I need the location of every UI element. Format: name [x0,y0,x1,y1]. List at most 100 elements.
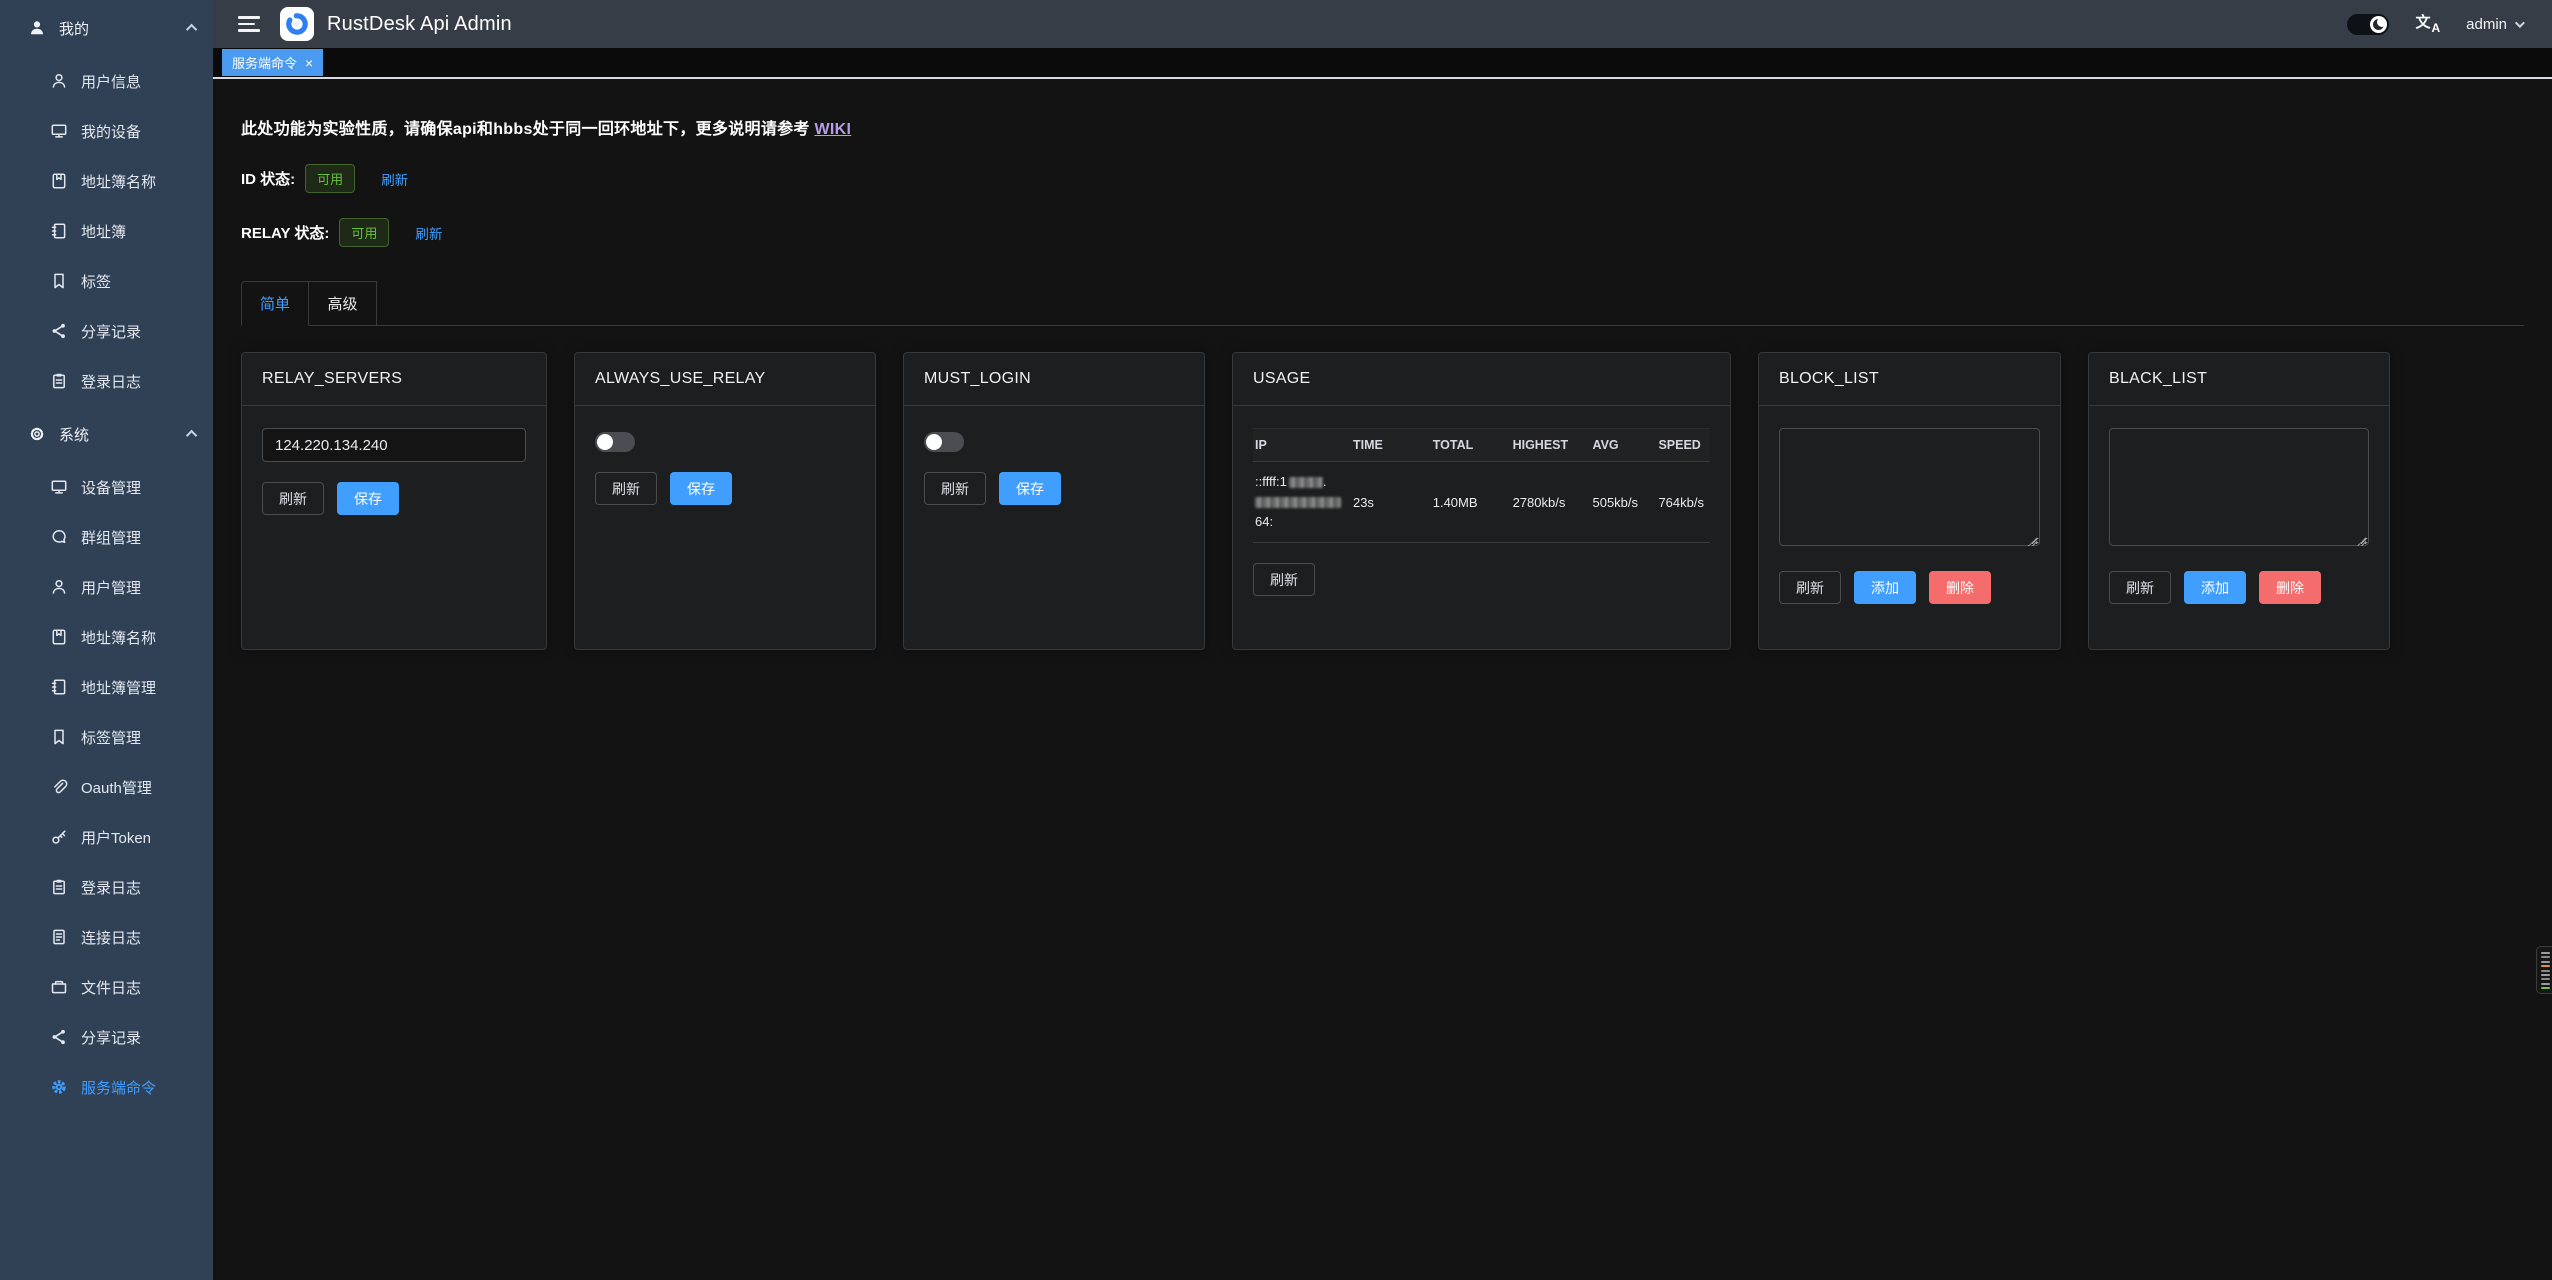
monitor-icon [50,122,68,140]
sidebar-item-登录日志[interactable]: 登录日志 [0,862,213,912]
sidebar-item-标签[interactable]: 标签 [0,256,213,306]
card-block-list: BLOCK_LIST 刷新 添加 删除 [1758,352,2061,650]
username: admin [2466,16,2507,33]
sidebar-item-设备管理[interactable]: 设备管理 [0,462,213,512]
sidebar-item-用户信息[interactable]: 用户信息 [0,56,213,106]
block-list-delete-button[interactable]: 删除 [1929,571,1991,604]
usage-avg-cell: 505kb/s [1590,462,1656,543]
usage-ip-cell: ::ffff:1. 64: [1253,462,1351,543]
sidebar-item-地址簿[interactable]: 地址簿 [0,206,213,256]
settings-cards: RELAY_SERVERS 刷新 保存 ALWAYS_USE_RELAY 刷新 [241,352,2524,650]
sidebar-item-服务端命令[interactable]: 服务端命令 [0,1062,213,1112]
usage-refresh-button[interactable]: 刷新 [1253,563,1315,596]
sidebar-item-地址簿名称[interactable]: 地址簿名称 [0,156,213,206]
redacted-ip-segment [1289,477,1323,488]
notebook-icon [50,222,68,240]
card-usage: USAGE IP TIME TOTAL HIGHEST AVG SPEED [1232,352,1731,650]
sidebar: 我的 用户信息 我的设备 地址簿名称 地址簿 标签 分享记录 登录日志 [0,0,213,1280]
sidebar-section-system[interactable]: 系统 [0,406,213,462]
card-always-use-relay: ALWAYS_USE_RELAY 刷新 保存 [574,352,876,650]
black-list-delete-button[interactable]: 删除 [2259,571,2321,604]
sidebar-item-用户Token[interactable]: 用户Token [0,812,213,862]
clipboard-icon [50,878,68,896]
redacted-ip-segment [1255,497,1341,508]
sidebar-item-标签管理[interactable]: 标签管理 [0,712,213,762]
must-login-save-button[interactable]: 保存 [999,472,1061,505]
clipboard-icon [50,372,68,390]
card-title: RELAY_SERVERS [242,353,546,406]
document-icon [50,928,68,946]
dark-mode-toggle[interactable] [2347,14,2389,35]
sidebar-item-连接日志[interactable]: 连接日志 [0,912,213,962]
experimental-notice: 此处功能为实验性质，请确保api和hbbs处于同一回环地址下，更多说明请参考 W… [241,115,2524,139]
translate-icon[interactable]: 文A [2415,15,2440,34]
navbar-actions: 文A admin [2347,14,2552,35]
wiki-link[interactable]: WIKI [814,121,851,138]
sidebar-item-用户管理[interactable]: 用户管理 [0,562,213,612]
address-book-icon [50,172,68,190]
card-relay-servers: RELAY_SERVERS 刷新 保存 [241,352,547,650]
share-icon [50,1028,68,1046]
tab-simple[interactable]: 简单 [241,281,309,326]
card-title: BLACK_LIST [2089,353,2389,406]
notebook-icon [50,678,68,696]
block-list-textarea[interactable] [1779,428,2040,546]
usage-speed-cell: 764kb/s [1656,462,1710,543]
card-title: USAGE [1233,353,1730,406]
black-list-add-button[interactable]: 添加 [2184,571,2246,604]
user-icon [50,578,68,596]
always-use-relay-switch[interactable] [595,432,635,452]
card-black-list: BLACK_LIST 刷新 添加 删除 [2088,352,2390,650]
user-icon [50,72,68,90]
col-time: TIME [1351,429,1431,462]
always-use-relay-save-button[interactable]: 保存 [670,472,732,505]
relay-status-badge: 可用 [339,218,389,247]
user-menu[interactable]: admin [2466,16,2522,33]
sidebar-item-登录日志[interactable]: 登录日志 [0,356,213,406]
sidebar-item-地址簿名称[interactable]: 地址簿名称 [0,612,213,662]
card-title: BLOCK_LIST [1759,353,2060,406]
sidebar-item-分享记录[interactable]: 分享记录 [0,306,213,356]
monitor-icon [50,478,68,496]
user-filled-icon [28,19,46,37]
paperclip-icon [50,778,68,796]
id-status-badge: 可用 [305,164,355,193]
gear-icon [28,425,46,443]
col-highest: HIGHEST [1511,429,1591,462]
must-login-switch[interactable] [924,432,964,452]
relay-refresh-button[interactable]: 刷新 [262,482,324,515]
tab-advanced[interactable]: 高级 [309,281,377,325]
sidebar-nav: 我的 用户信息 我的设备 地址簿名称 地址簿 标签 分享记录 登录日志 [0,0,213,1112]
block-list-add-button[interactable]: 添加 [1854,571,1916,604]
usage-total-cell: 1.40MB [1431,462,1511,543]
bookmark-icon [50,728,68,746]
sidebar-section-mine[interactable]: 我的 [0,0,213,56]
app-title: RustDesk Api Admin [327,13,512,36]
app-window: 我的 用户信息 我的设备 地址簿名称 地址簿 标签 分享记录 登录日志 [0,0,2552,1280]
card-title: MUST_LOGIN [904,353,1204,406]
main-content: 此处功能为实验性质，请确保api和hbbs处于同一回环地址下，更多说明请参考 W… [213,81,2552,1280]
sidebar-item-文件日志[interactable]: 文件日志 [0,962,213,1012]
tab-server-command[interactable]: 服务端命令 × [222,49,323,76]
id-status-row: ID 状态: 可用 刷新 [241,164,2524,193]
close-icon[interactable]: × [305,56,313,70]
chevron-up-icon [186,24,197,35]
sidebar-item-我的设备[interactable]: 我的设备 [0,106,213,156]
relay-servers-input[interactable] [262,428,526,462]
sidebar-item-Oauth管理[interactable]: Oauth管理 [0,762,213,812]
folder-icon [50,978,68,996]
black-list-refresh-button[interactable]: 刷新 [2109,571,2171,604]
always-use-relay-refresh-button[interactable]: 刷新 [595,472,657,505]
id-refresh-link[interactable]: 刷新 [381,169,408,189]
relay-save-button[interactable]: 保存 [337,482,399,515]
must-login-refresh-button[interactable]: 刷新 [924,472,986,505]
chevron-up-icon [186,430,197,441]
black-list-textarea[interactable] [2109,428,2369,546]
key-icon [50,828,68,846]
block-list-refresh-button[interactable]: 刷新 [1779,571,1841,604]
relay-refresh-link[interactable]: 刷新 [415,223,442,243]
sidebar-item-群组管理[interactable]: 群组管理 [0,512,213,562]
sidebar-item-地址簿管理[interactable]: 地址簿管理 [0,662,213,712]
hamburger-menu-icon[interactable] [238,16,260,32]
sidebar-item-分享记录[interactable]: 分享记录 [0,1012,213,1062]
